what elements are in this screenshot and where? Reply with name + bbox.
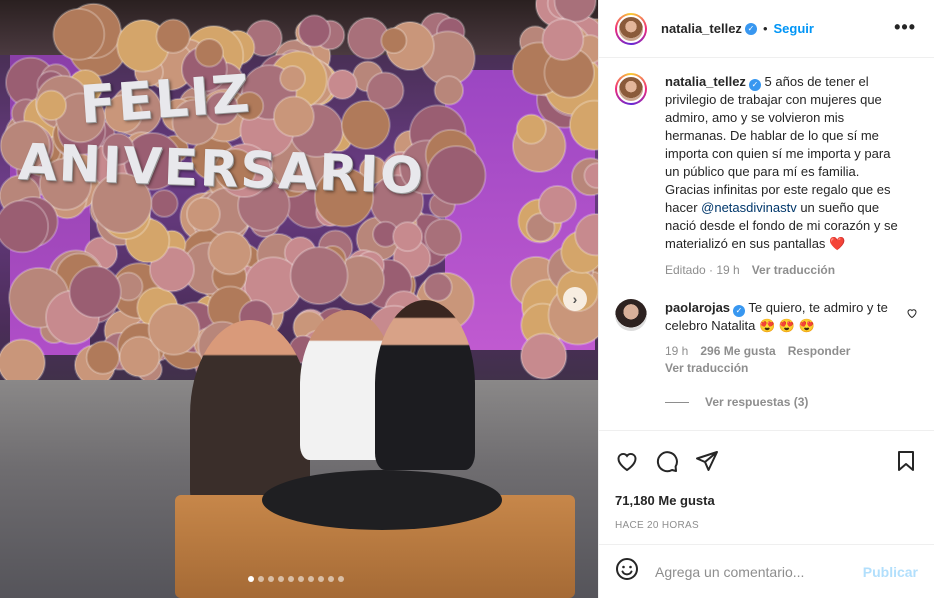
carousel-dot	[278, 576, 284, 582]
author-username[interactable]: natalia_tellez	[661, 21, 742, 36]
add-comment-bar: Agrega un comentario... Publicar	[599, 544, 934, 598]
comment-time: 19 h	[665, 344, 689, 358]
comment-icon[interactable]	[655, 449, 679, 473]
caption-avatar[interactable]	[615, 73, 647, 105]
carousel-dots	[248, 576, 344, 582]
comment-text: paolarojas ✓ Te quiero, te admiro y te ce…	[665, 299, 897, 335]
caption-username[interactable]: natalia_tellez	[665, 74, 746, 89]
carousel-dot	[268, 576, 274, 582]
caption-mention[interactable]: @netasdivinastv	[701, 200, 797, 215]
next-photo-button[interactable]: ›	[563, 287, 587, 311]
caption-text: natalia_tellez ✓ 5 años de tener el privi…	[665, 73, 905, 253]
view-replies-button[interactable]: Ver respuestas (3)	[665, 395, 918, 409]
banner-line1: FELIZ	[78, 64, 254, 136]
view-replies-label[interactable]: Ver respuestas (3)	[705, 395, 808, 409]
action-icons	[615, 449, 918, 473]
author-avatar[interactable]	[615, 12, 647, 45]
caption-edited: Editado · 19 h	[665, 263, 740, 277]
caption-translate[interactable]: Ver traducción	[752, 263, 835, 277]
verified-badge-icon: ✓	[744, 22, 757, 35]
save-icon[interactable]	[894, 449, 918, 473]
verified-badge-icon: ✓	[733, 305, 746, 317]
more-options-icon[interactable]: •••	[894, 18, 916, 36]
person-4	[440, 300, 560, 490]
carousel-dot	[298, 576, 304, 582]
carousel-dot	[258, 576, 264, 582]
comment-emojis: 😍 😍 😍	[758, 318, 815, 333]
post-time: HACE 20 HORAS	[615, 520, 699, 531]
carousel-dot	[338, 576, 344, 582]
heart-emoji: ❤️	[829, 236, 846, 251]
post-photo[interactable]: FELIZ ANIVERSARIO ›	[0, 0, 598, 598]
header-separator: •	[762, 21, 768, 36]
share-icon[interactable]	[695, 449, 719, 473]
follow-button[interactable]: Seguir	[774, 21, 814, 36]
post-header: natalia_tellez ✓ • Seguir •••	[599, 0, 934, 58]
carousel-dot	[318, 576, 324, 582]
comment-input[interactable]: Agrega un comentario...	[655, 564, 863, 580]
likes-count[interactable]: 71,180 Me gusta	[615, 493, 918, 508]
post-comment-button[interactable]: Publicar	[863, 564, 918, 580]
comment-username[interactable]: paolarojas	[665, 300, 730, 315]
table-tray	[262, 470, 502, 530]
post-caption: natalia_tellez ✓ 5 años de tener el privi…	[615, 73, 918, 277]
replies-line	[665, 401, 689, 403]
comment-likes[interactable]: 296 Me gusta	[700, 344, 775, 358]
carousel-dot	[248, 576, 254, 582]
caption-meta: Editado · 19 h Ver traducción	[665, 263, 905, 277]
comment-like-icon[interactable]	[906, 307, 918, 322]
comments-section: natalia_tellez ✓ 5 años de tener el privi…	[599, 59, 934, 429]
comment-translate[interactable]: Ver traducción	[665, 361, 748, 375]
comment-meta: 19 h 296 Me gusta Responder Ver traducción	[665, 343, 897, 377]
like-icon[interactable]	[615, 449, 639, 473]
carousel-dot	[308, 576, 314, 582]
caption-body-1: 5 años de tener el privilegio de trabaja…	[665, 74, 891, 215]
comment-item: paolarojas ✓ Te quiero, te admiro y te ce…	[615, 299, 918, 377]
carousel-dot	[288, 576, 294, 582]
commenter-avatar[interactable]	[615, 299, 647, 331]
emoji-picker-icon[interactable]	[615, 557, 639, 587]
carousel-dot	[328, 576, 334, 582]
post-side-panel: natalia_tellez ✓ • Seguir ••• natalia_te…	[598, 0, 934, 598]
reply-button[interactable]: Responder	[788, 344, 851, 358]
verified-badge-icon: ✓	[748, 79, 761, 91]
post-actions: 71,180 Me gusta HACE 20 HORAS	[599, 430, 934, 531]
